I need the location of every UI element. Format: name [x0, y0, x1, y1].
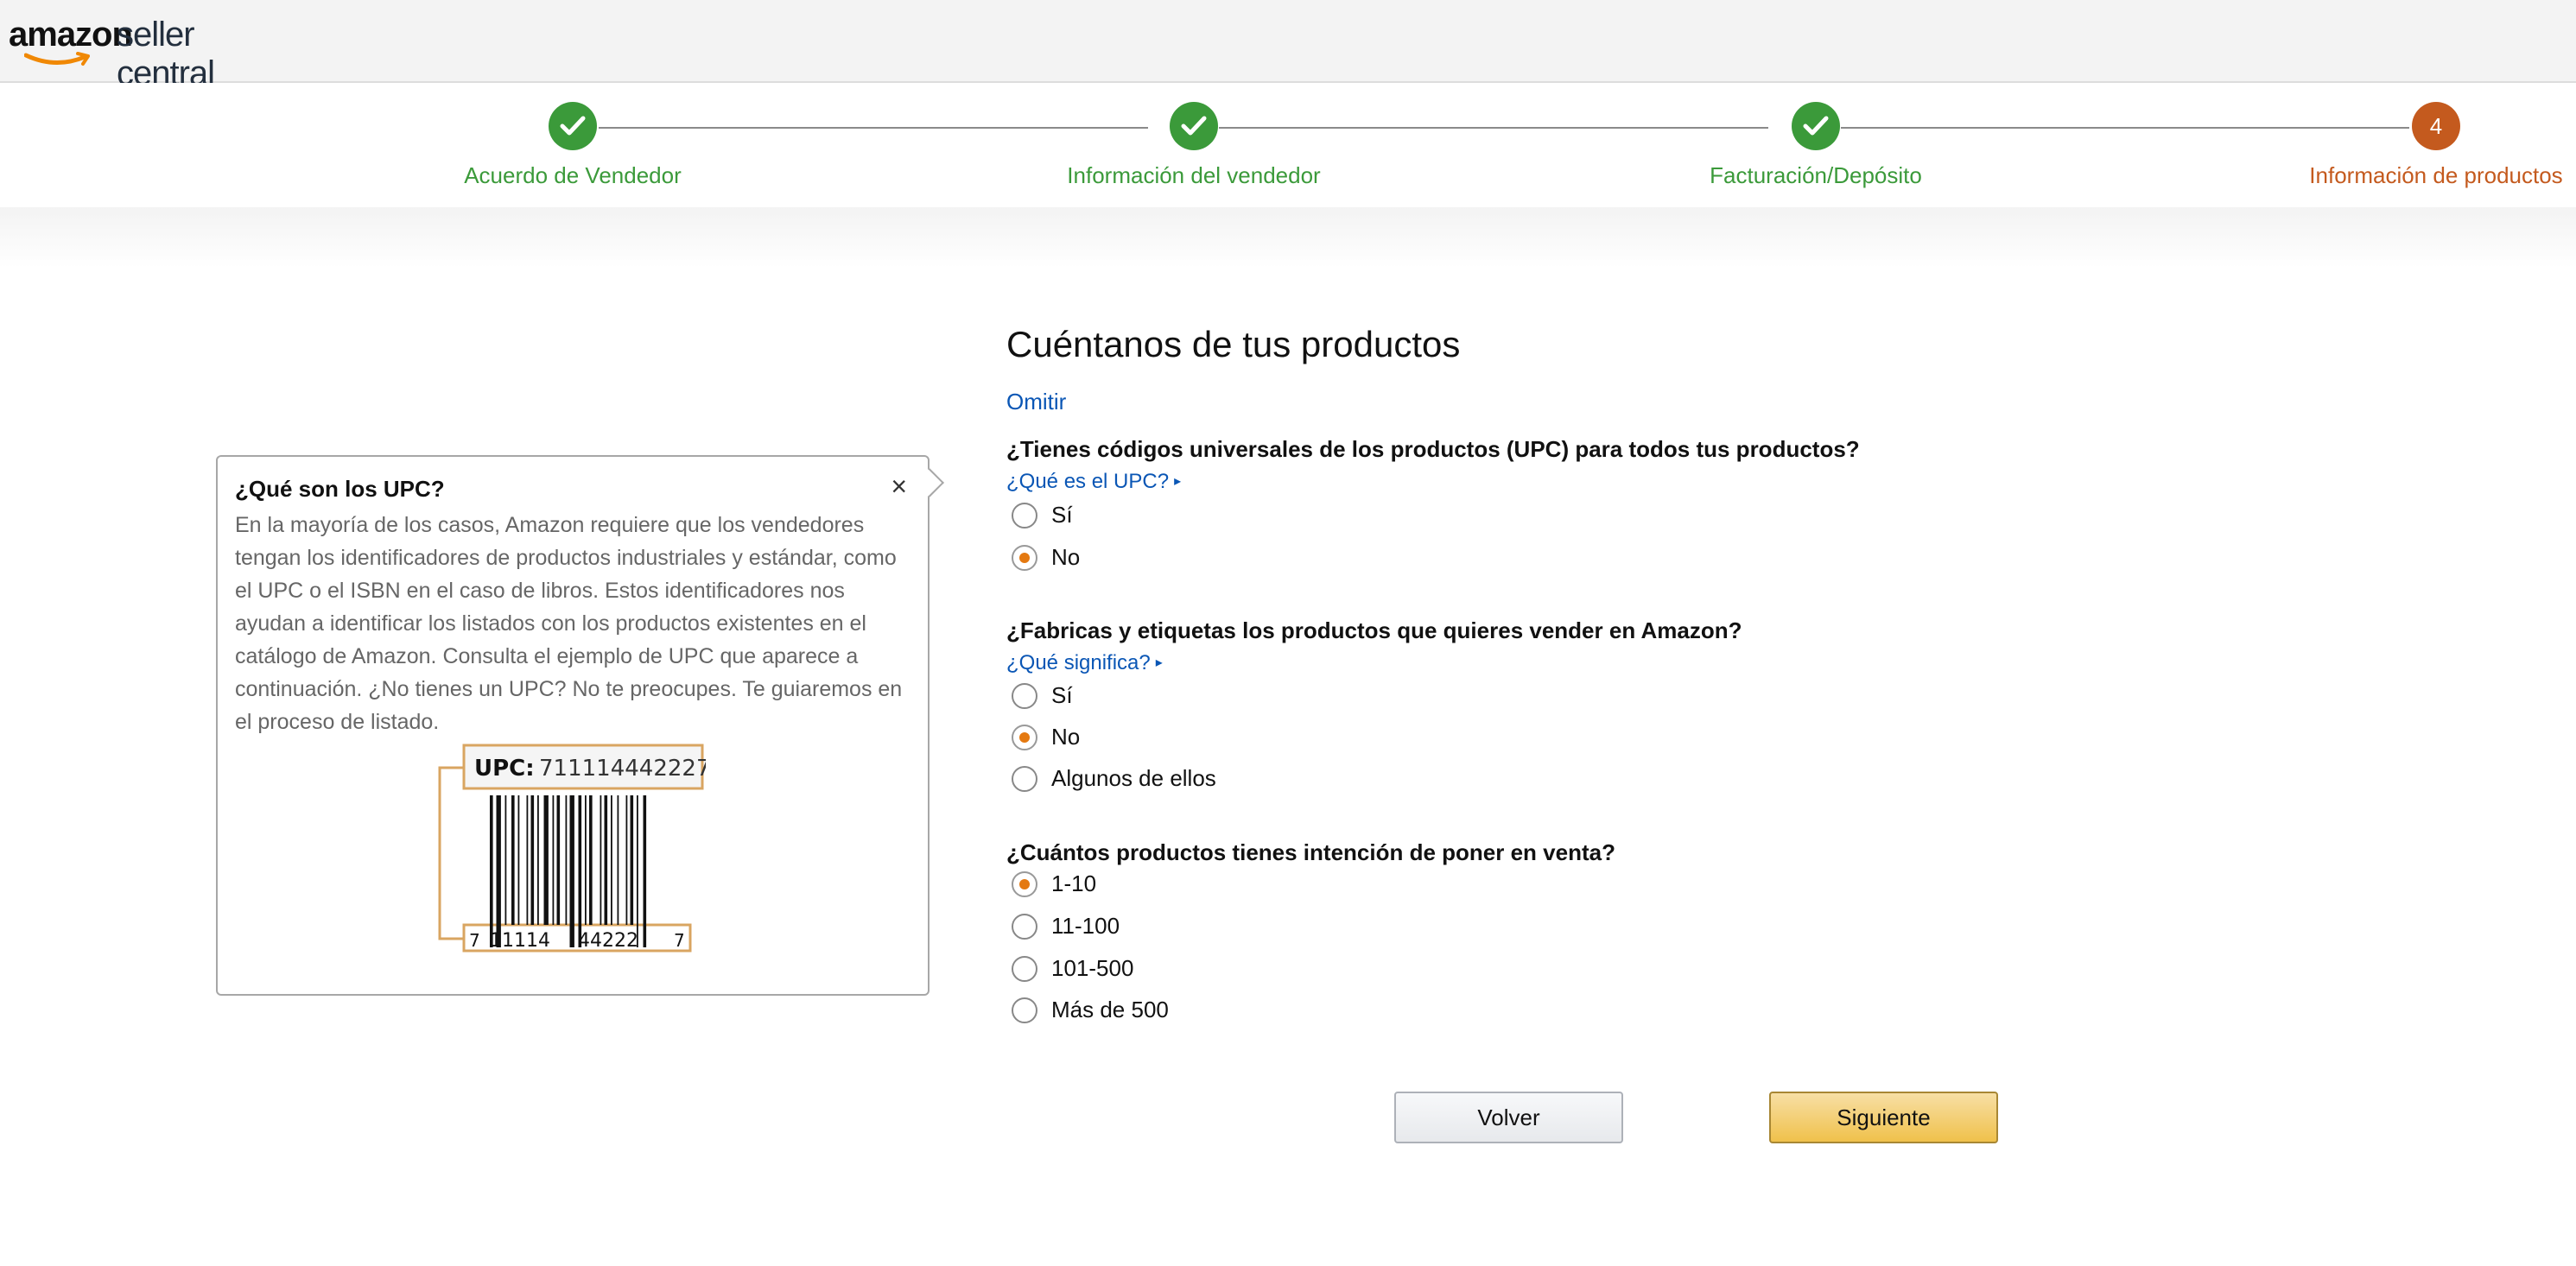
close-icon[interactable]: × — [891, 472, 907, 500]
next-button[interactable]: Siguiente — [1769, 1092, 1998, 1143]
question-upc: ¿Tienes códigos universales de los produ… — [1006, 436, 1860, 462]
barcode-digits-group2: 44222 — [578, 930, 638, 952]
radio-label: Algunos de ellos — [1051, 765, 1216, 791]
barcode-bar — [556, 795, 561, 925]
radio-button[interactable] — [1012, 955, 1037, 982]
barcode-bar — [625, 795, 628, 925]
radio-button[interactable] — [1012, 765, 1037, 792]
radio-label: Más de 500 — [1051, 997, 1169, 1022]
step-seller-information: Información del vendedor — [935, 102, 1453, 189]
radio-manufacture-no[interactable]: No — [1012, 724, 1080, 750]
question-product-count: ¿Cuántos productos tienes intención de p… — [1006, 839, 1615, 865]
barcode-bar — [552, 795, 555, 925]
radio-button[interactable] — [1012, 870, 1037, 897]
radio-button[interactable] — [1012, 502, 1037, 529]
step-label: Información del vendedor — [1067, 162, 1321, 188]
upc-number-text: 711114442227 — [539, 756, 706, 782]
radio-label: Sí — [1051, 502, 1073, 528]
barcode-bar — [537, 795, 539, 925]
radio-upc-no[interactable]: No — [1012, 544, 1080, 571]
barcode-digit-right: 7 — [674, 930, 685, 951]
barcode-bar — [611, 795, 612, 925]
registration-stepper: Acuerdo de Vendedor Información del vend… — [0, 83, 2576, 207]
skip-link[interactable]: Omitir — [1006, 389, 1066, 415]
step-seller-agreement: Acuerdo de Vendedor — [314, 102, 832, 189]
question-manufacture: ¿Fabricas y etiquetas los productos que … — [1006, 617, 1742, 643]
radio-count-1-10[interactable]: 1-10 — [1012, 870, 1096, 897]
barcode-bar — [511, 795, 515, 925]
step-label: Información de productos — [2309, 162, 2563, 188]
logo-amazon-text: amazon — [9, 16, 133, 54]
radio-label: 1-10 — [1051, 870, 1097, 896]
popover-title: ¿Qué son los UPC? — [235, 476, 445, 502]
radio-button[interactable] — [1012, 682, 1037, 709]
step-billing-deposit: Facturación/Depósito — [1557, 102, 2075, 189]
radio-upc-yes[interactable]: Sí — [1012, 502, 1073, 529]
barcode-bar — [496, 795, 501, 947]
barcode-bar — [637, 795, 638, 947]
help-link-what-does-it-mean[interactable]: ¿Qué significa? ▸ — [1006, 651, 1163, 675]
barcode-bar — [589, 795, 593, 925]
radio-label: 11-100 — [1051, 913, 1120, 939]
radio-button[interactable] — [1012, 997, 1037, 1023]
radio-label: No — [1051, 724, 1081, 750]
radio-button[interactable] — [1012, 724, 1037, 750]
radio-count-101-500[interactable]: 101-500 — [1012, 955, 1133, 982]
step-label: Acuerdo de Vendedor — [464, 162, 682, 188]
barcode-bar — [526, 795, 529, 925]
popover-body-text: En la mayoría de los casos, Amazon requi… — [235, 513, 903, 734]
step-number-badge: 4 — [2412, 102, 2460, 150]
help-link-what-is-upc[interactable]: ¿Qué es el UPC? ▸ — [1006, 470, 1181, 494]
amazon-smile-icon — [24, 52, 90, 66]
page-title: Cuéntanos de tus productos — [1006, 324, 1461, 364]
barcode-bar — [530, 795, 535, 925]
barcode-bar — [543, 795, 549, 925]
barcode-bar — [565, 795, 568, 925]
radio-manufacture-yes[interactable]: Sí — [1012, 682, 1073, 709]
checkmark-icon — [1170, 102, 1218, 150]
upc-info-popover: ¿Qué son los UPC? × En la mayoría de los… — [216, 455, 944, 996]
checkmark-icon — [549, 102, 597, 150]
radio-label: No — [1051, 544, 1081, 570]
barcode-bar — [578, 795, 582, 947]
step-product-information: 4 Información de productos — [2177, 102, 2576, 189]
radio-button[interactable] — [1012, 544, 1037, 571]
help-link-label: ¿Qué es el UPC? — [1006, 470, 1170, 493]
barcode-bar — [643, 795, 647, 947]
logo-seller-central-text: seller central — [117, 16, 215, 92]
stepper-shadow — [0, 207, 2576, 268]
barcode-bar — [604, 795, 608, 925]
barcode-bar — [600, 795, 602, 925]
barcode-bar — [617, 795, 619, 925]
help-link-label: ¿Qué significa? — [1006, 651, 1151, 674]
radio-manufacture-some[interactable]: Algunos de ellos — [1012, 765, 1216, 792]
caret-right-icon: ▸ — [1155, 655, 1163, 670]
step-label: Facturación/Depósito — [1710, 162, 1922, 188]
radio-count-11-100[interactable]: 11-100 — [1012, 913, 1120, 940]
radio-count-500-plus[interactable]: Más de 500 — [1012, 997, 1169, 1023]
upc-label-text: UPC: — [474, 756, 535, 782]
back-button[interactable]: Volver — [1394, 1092, 1623, 1143]
radio-label: Sí — [1051, 682, 1073, 708]
checkmark-icon — [1792, 102, 1840, 150]
barcode-bar — [585, 795, 587, 925]
upc-barcode-example-image: UPC: 711114442227 7 11114 44222 7 — [438, 744, 706, 953]
barcode-digit-left: 7 — [469, 930, 480, 951]
barcode-bar — [504, 795, 507, 925]
caret-right-icon: ▸ — [1174, 474, 1182, 489]
barcode-digits-group1: 11114 — [490, 930, 550, 952]
popover-pointer — [915, 468, 944, 497]
barcode-bar — [490, 795, 493, 947]
radio-button[interactable] — [1012, 913, 1037, 940]
top-header: amazon seller central — [0, 0, 2576, 92]
barcode-bar — [517, 795, 520, 925]
radio-label: 101-500 — [1051, 955, 1134, 981]
barcode-bar — [569, 795, 574, 947]
barcode-bar — [630, 795, 634, 925]
